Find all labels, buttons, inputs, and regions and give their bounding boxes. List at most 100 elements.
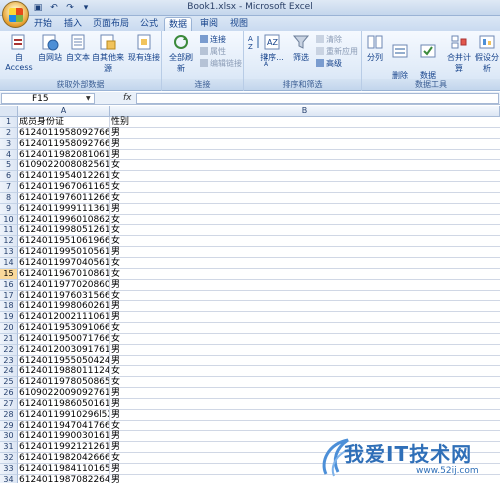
select-all-corner[interactable] — [0, 106, 18, 117]
cell-id-number[interactable]: 612401197601126684 — [18, 192, 110, 204]
cell-id-number[interactable]: 612401196706116525 — [18, 182, 110, 193]
row-header[interactable]: 11 — [0, 225, 18, 237]
filter-button[interactable]: 筛选 — [288, 33, 314, 63]
row-header[interactable]: 33 — [0, 464, 18, 475]
row-header[interactable]: 6 — [0, 171, 18, 183]
cell-gender[interactable]: 女 — [110, 366, 500, 378]
cell-gender[interactable]: 女 — [110, 236, 500, 248]
sort-button[interactable]: AZ 排序... — [260, 33, 284, 63]
cell-id-number[interactable]: 610902200909276116 — [18, 388, 110, 399]
tab-data[interactable]: 数据 — [164, 17, 192, 31]
cell-gender[interactable]: 女 — [110, 269, 500, 280]
cell-gender[interactable]: 男 — [110, 301, 500, 313]
cell-id-number[interactable]: 61240120030917611X — [18, 344, 110, 356]
cell-gender[interactable]: 女 — [110, 171, 500, 183]
row-header[interactable]: 32 — [0, 453, 18, 464]
row-header[interactable]: 20 — [0, 323, 18, 334]
row-header[interactable]: 13 — [0, 247, 18, 258]
cell-gender[interactable]: 男 — [110, 356, 500, 367]
cell-id-number[interactable]: 612401198801112441 — [18, 366, 110, 378]
existing-connections-button[interactable]: 现有连接 — [128, 33, 160, 63]
tab-home[interactable]: 开始 — [30, 17, 56, 31]
consolidate-button[interactable]: 合并计算 — [444, 33, 474, 74]
cell-gender[interactable]: 男 — [110, 442, 500, 454]
row-header[interactable]: 15 — [0, 268, 18, 280]
cell-id-number[interactable]: 61240119910296l5X — [18, 409, 110, 421]
row-header[interactable]: 21 — [0, 333, 18, 345]
cell-id-number[interactable]: 612401200211106113 — [18, 312, 110, 324]
cell-id-number[interactable]: 612401195809276674 — [18, 127, 110, 139]
text-to-columns-button[interactable]: 分列 — [364, 33, 386, 63]
cell-id-number[interactable]: 612401199704056120 — [18, 257, 110, 269]
refresh-all-button[interactable]: 全部刷新 — [166, 33, 196, 74]
row-header[interactable]: 30 — [0, 431, 18, 443]
clear-button[interactable]: 清除 — [316, 34, 342, 45]
row-header[interactable]: 4 — [0, 149, 18, 161]
cell-gender[interactable]: 女 — [110, 291, 500, 302]
cell-id-number[interactable]: 612401198411016518 — [18, 464, 110, 475]
cell-id-number[interactable]: 612401195809276674 — [18, 138, 110, 150]
cell-id-number[interactable]: 612401197805086522 — [18, 377, 110, 389]
row-header[interactable]: 27 — [0, 398, 18, 410]
row-header[interactable]: 22 — [0, 344, 18, 356]
cell-id-number[interactable]: 612401198204266683 — [18, 453, 110, 464]
row-header[interactable]: 2 — [0, 127, 18, 139]
cell-gender[interactable]: 男 — [110, 150, 500, 161]
cell-id-number[interactable]: 612401195505042457 — [18, 355, 110, 367]
cell-id-number[interactable]: 612401198208106112 — [18, 149, 110, 161]
row-header[interactable]: 17 — [0, 290, 18, 302]
cell-id-number[interactable]: 612401196701086128 — [18, 268, 110, 280]
advanced-button[interactable]: 高级 — [316, 58, 342, 69]
cell-id-number[interactable]: 612401195007176604 — [18, 333, 110, 345]
row-header[interactable]: 31 — [0, 442, 18, 454]
insert-function-icon[interactable]: fx — [123, 93, 132, 103]
cell-id-number[interactable]: 612401199501056139 — [18, 247, 110, 258]
cell-gender[interactable]: 女 — [110, 225, 500, 237]
column-header-a[interactable]: A — [18, 106, 110, 117]
cell-gender[interactable]: 男 — [110, 464, 500, 475]
cell-gender[interactable]: 男 — [110, 410, 500, 421]
tab-formulas[interactable]: 公式 — [136, 17, 162, 31]
cell-gender[interactable]: 男 — [110, 280, 500, 291]
cell-id-number[interactable]: 612401198605016111 — [18, 398, 110, 410]
cell-gender[interactable]: 男 — [110, 475, 500, 483]
row-header[interactable]: 28 — [0, 409, 18, 421]
cell-gender[interactable]: 女 — [110, 182, 500, 193]
row-header[interactable]: 10 — [0, 214, 18, 226]
cell-id-number[interactable]: 612401195309106601 — [18, 323, 110, 334]
cell-id-number[interactable]: 612401199212126110 — [18, 442, 110, 454]
from-text-button[interactable]: 自文本 — [64, 33, 92, 63]
cell-id-number[interactable]: 612401195401226123 — [18, 171, 110, 183]
cell-id-number[interactable]: 612401195106196686 — [18, 236, 110, 248]
cell-gender[interactable]: 男 — [110, 399, 500, 410]
row-header[interactable]: 29 — [0, 420, 18, 432]
row-header[interactable]: 9 — [0, 203, 18, 215]
row-header[interactable]: 7 — [0, 182, 18, 193]
name-box[interactable]: F15 — [1, 93, 95, 104]
cell-gender[interactable]: 男 — [110, 139, 500, 150]
cell-gender[interactable]: 女 — [110, 334, 500, 345]
row-header[interactable]: 18 — [0, 301, 18, 313]
cell-gender[interactable]: 男 — [110, 431, 500, 443]
row-header[interactable]: 8 — [0, 192, 18, 204]
cell-gender[interactable]: 女 — [110, 193, 500, 204]
from-access-button[interactable]: 自 Access — [4, 33, 34, 72]
cell-gender[interactable]: 女 — [110, 421, 500, 432]
row-header[interactable]: 25 — [0, 377, 18, 389]
row-header[interactable]: 14 — [0, 257, 18, 269]
from-other-sources-button[interactable]: 自其他来源 — [90, 33, 126, 74]
row-header[interactable]: 34 — [0, 474, 18, 483]
row-header[interactable]: 19 — [0, 312, 18, 324]
name-box-dropdown-icon[interactable]: ▼ — [86, 95, 91, 102]
cell-gender[interactable]: 女 — [110, 215, 500, 226]
from-web-button[interactable]: 自网站 — [36, 33, 64, 63]
tab-insert[interactable]: 插入 — [60, 17, 86, 31]
cell-id-number[interactable]: 612401197603156625 — [18, 290, 110, 302]
tab-view[interactable]: 视图 — [226, 17, 252, 31]
connections-button[interactable]: 连接 — [200, 34, 226, 45]
office-button[interactable] — [2, 1, 29, 28]
cell-id-number[interactable]: 612401199601086204 — [18, 214, 110, 226]
row-header[interactable]: 1 — [0, 117, 18, 128]
cell-id-number[interactable]: 612401199805126140 — [18, 225, 110, 237]
cell-id-number[interactable]: 612401194704176680 — [18, 420, 110, 432]
